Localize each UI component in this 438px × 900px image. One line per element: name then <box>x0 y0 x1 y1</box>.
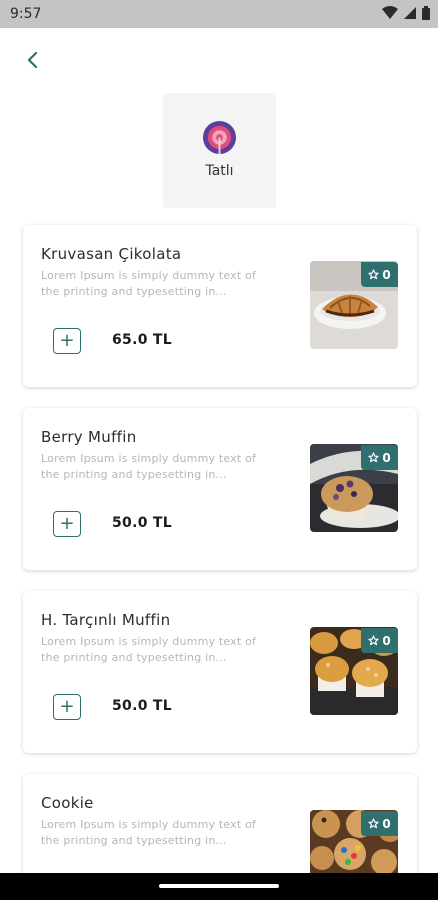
add-to-cart-button[interactable]: + <box>53 328 81 354</box>
add-to-cart-button[interactable]: + <box>53 694 81 720</box>
product-description: Lorem Ipsum is simply dummy text of the … <box>41 635 257 664</box>
back-button[interactable] <box>18 46 46 74</box>
product-price: 50.0 TL <box>112 515 172 531</box>
favorite-count: 0 <box>382 450 391 465</box>
battery-icon <box>422 6 430 20</box>
product-price: 50.0 TL <box>112 698 172 714</box>
plus-icon: + <box>59 513 75 534</box>
product-card[interactable]: H. Tarçınlı Muffin Lorem Ipsum is simply… <box>23 591 417 753</box>
product-description: Lorem Ipsum is simply dummy text of the … <box>41 818 257 847</box>
status-bar: 9:57 <box>0 0 438 28</box>
system-nav-bar <box>0 873 438 900</box>
star-icon <box>368 635 379 646</box>
favorite-badge[interactable]: 0 <box>361 811 398 836</box>
home-gesture-handle[interactable] <box>159 884 279 888</box>
star-icon <box>368 452 379 463</box>
product-card[interactable]: Berry Muffin Lorem Ipsum is simply dummy… <box>23 408 417 570</box>
product-name: Cookie <box>41 794 94 812</box>
favorite-badge[interactable]: 0 <box>361 445 398 470</box>
favorite-count: 0 <box>382 633 391 648</box>
lollipop-icon <box>202 120 237 155</box>
status-icons <box>382 6 430 20</box>
plus-icon: + <box>59 696 75 717</box>
product-name: Berry Muffin <box>41 428 137 446</box>
favorite-count: 0 <box>382 816 391 831</box>
product-card[interactable]: Kruvasan Çikolata Lorem Ipsum is simply … <box>23 225 417 387</box>
favorite-count: 0 <box>382 267 391 282</box>
favorite-badge[interactable]: 0 <box>361 262 398 287</box>
add-to-cart-button[interactable]: + <box>53 511 81 537</box>
chevron-left-icon <box>27 51 38 69</box>
star-icon <box>368 818 379 829</box>
category-label: Tatlı <box>205 163 234 179</box>
plus-icon: + <box>59 330 75 351</box>
product-description: Lorem Ipsum is simply dummy text of the … <box>41 452 257 481</box>
status-time: 9:57 <box>10 6 42 22</box>
product-name: Kruvasan Çikolata <box>41 245 182 263</box>
product-description: Lorem Ipsum is simply dummy text of the … <box>41 269 257 298</box>
product-price: 65.0 TL <box>112 332 172 348</box>
category-tile[interactable]: Tatlı <box>163 93 276 208</box>
wifi-icon <box>382 6 398 19</box>
product-name: H. Tarçınlı Muffin <box>41 611 171 629</box>
star-icon <box>368 269 379 280</box>
favorite-badge[interactable]: 0 <box>361 628 398 653</box>
signal-icon <box>404 7 416 19</box>
